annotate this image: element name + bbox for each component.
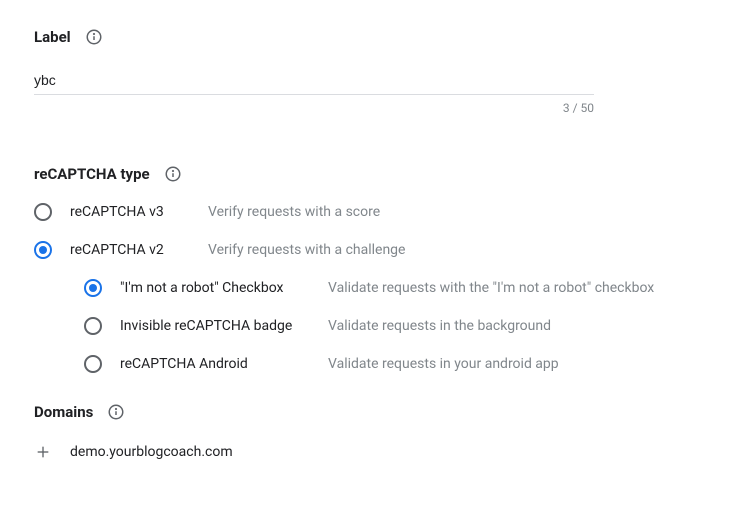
radio-label: Invisible reCAPTCHA badge: [120, 318, 310, 334]
radio-desc: Verify requests with a score: [208, 204, 380, 220]
type-header: reCAPTCHA type: [34, 165, 709, 183]
plus-icon: [34, 443, 52, 461]
info-icon[interactable]: [164, 165, 182, 183]
domains-title: Domains: [34, 403, 93, 421]
radio-icon: [84, 317, 102, 335]
radio-icon: [84, 355, 102, 373]
radio-not-a-robot-checkbox[interactable]: "I'm not a robot" Checkbox Validate requ…: [84, 279, 709, 297]
radio-icon: [34, 203, 52, 221]
radio-invisible-badge[interactable]: Invisible reCAPTCHA badge Validate reque…: [84, 317, 709, 335]
info-icon[interactable]: [85, 28, 103, 46]
radio-recaptcha-android[interactable]: reCAPTCHA Android Validate requests in y…: [84, 355, 709, 373]
radio-label: reCAPTCHA v3: [70, 204, 190, 220]
radio-label: reCAPTCHA Android: [120, 356, 310, 372]
add-domain-row[interactable]: demo.yourblogcoach.com: [34, 443, 709, 461]
label-title: Label: [34, 28, 71, 46]
domains-header: Domains: [34, 403, 709, 421]
radio-icon: [34, 241, 52, 259]
radio-desc: Validate requests in your android app: [328, 356, 559, 372]
domain-entry: demo.yourblogcoach.com: [70, 444, 233, 460]
radio-desc: Validate requests with the "I'm not a ro…: [328, 280, 654, 296]
radio-desc: Validate requests in the background: [328, 318, 551, 334]
radio-recaptcha-v3[interactable]: reCAPTCHA v3 Verify requests with a scor…: [34, 203, 709, 221]
label-input[interactable]: [34, 66, 594, 95]
type-title: reCAPTCHA type: [34, 165, 150, 183]
radio-label: reCAPTCHA v2: [70, 242, 190, 258]
radio-icon: [84, 279, 102, 297]
radio-desc: Verify requests with a challenge: [208, 242, 405, 258]
label-char-count: 3 / 50: [34, 101, 594, 115]
radio-recaptcha-v2[interactable]: reCAPTCHA v2 Verify requests with a chal…: [34, 241, 709, 259]
radio-label: "I'm not a robot" Checkbox: [120, 280, 310, 296]
info-icon[interactable]: [107, 403, 125, 421]
label-header: Label: [34, 28, 709, 46]
